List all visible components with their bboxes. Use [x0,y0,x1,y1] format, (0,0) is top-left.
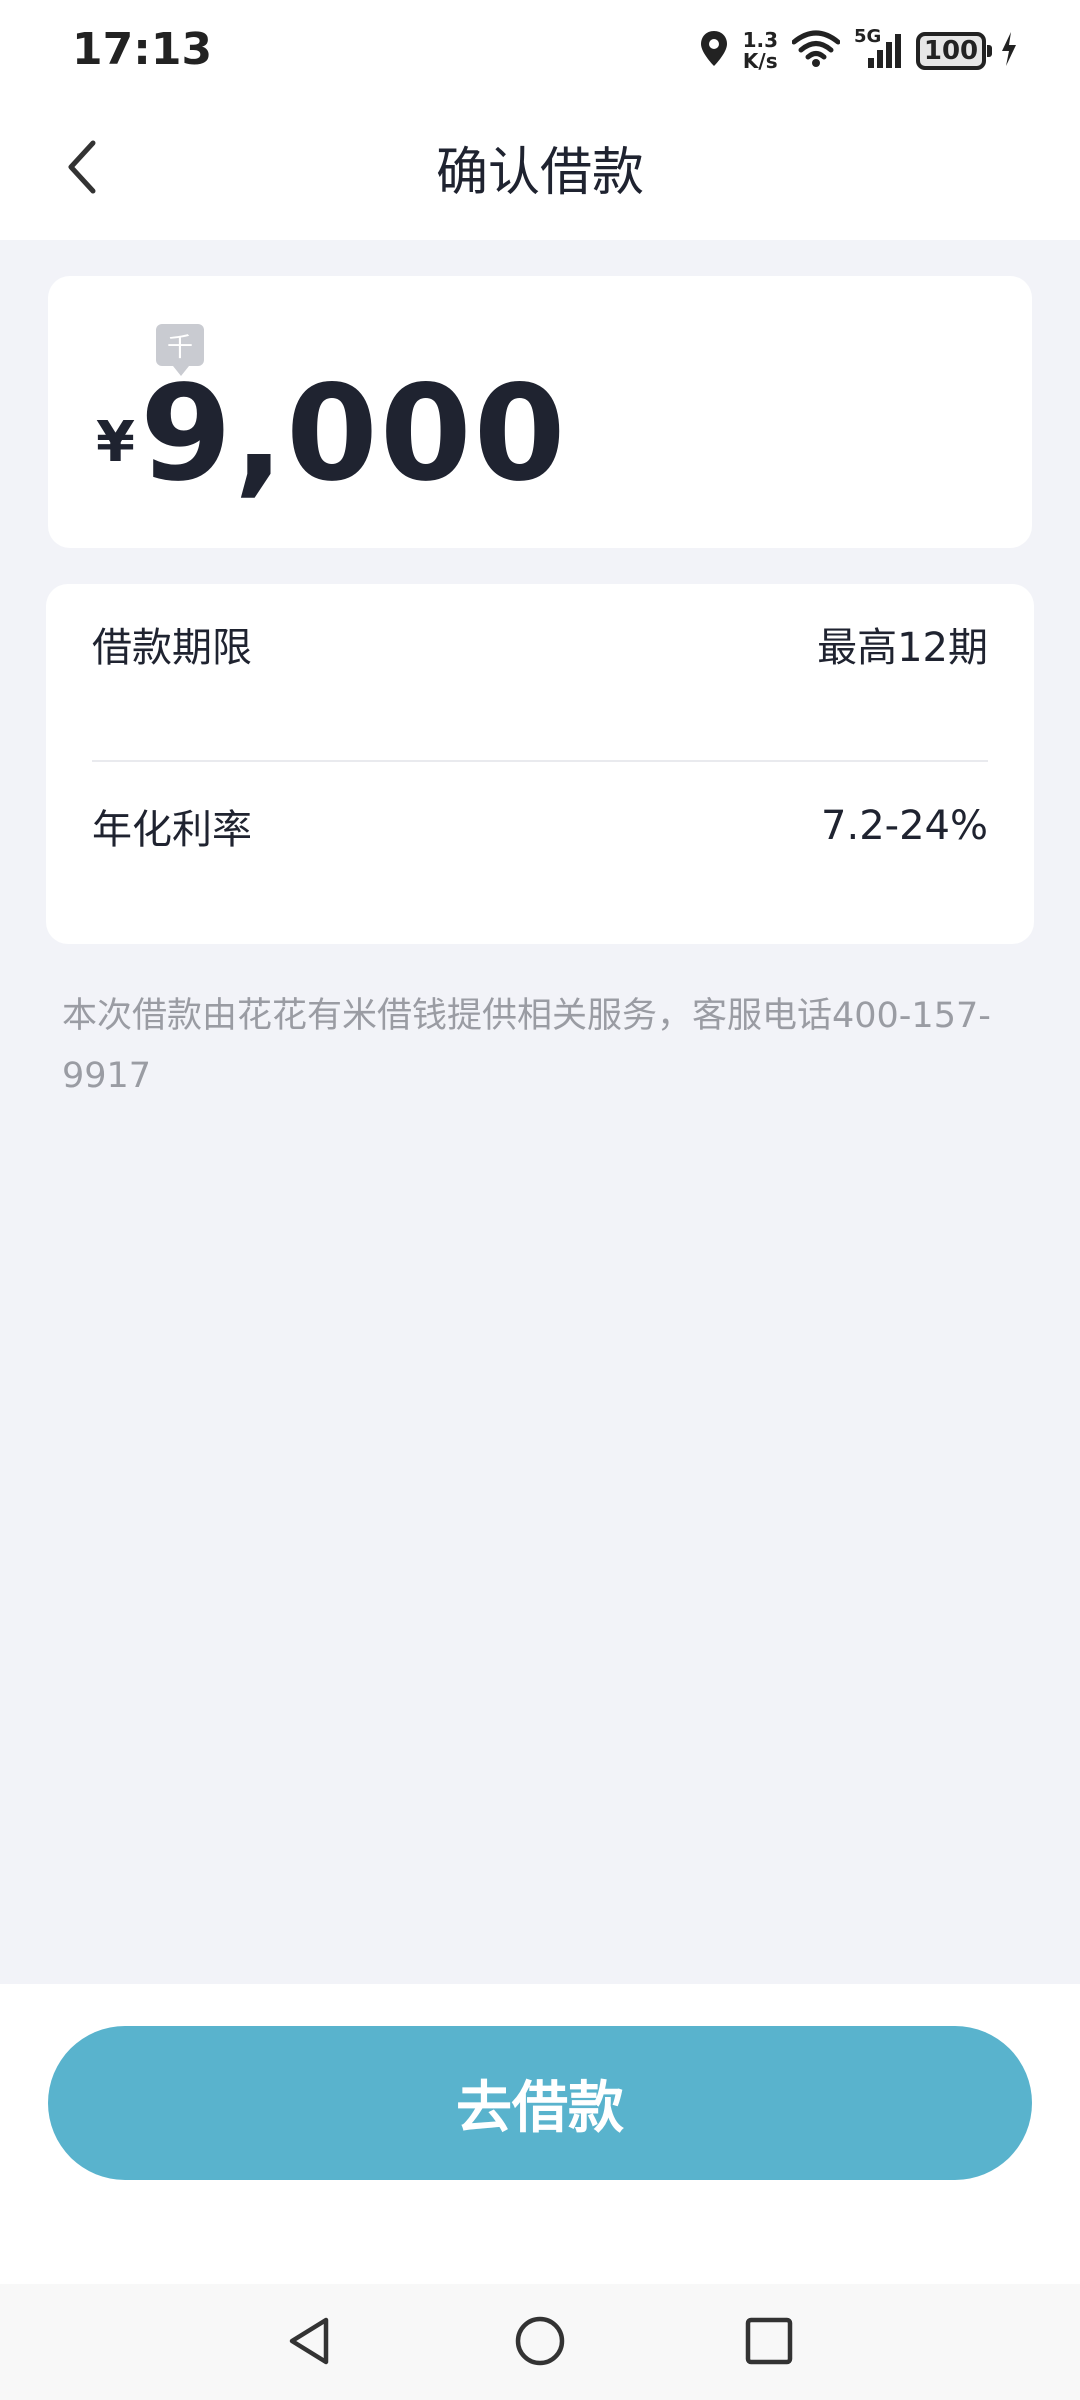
loan-term-value: 最高12期 [817,625,988,671]
charging-icon [1000,31,1018,71]
nav-bar: 确认借款 [0,100,1080,240]
nav-recents-button[interactable] [734,2308,804,2378]
battery-icon: 100 [916,32,992,70]
network-speed-value: 1.3 [742,28,778,52]
nav-back-button[interactable] [274,2308,344,2378]
status-bar: 17:13 1.3 K/s 5G 100 [0,0,1080,100]
network-type: 5G [854,26,882,47]
confirm-loan-screen: 17:13 1.3 K/s 5G 100 确认借款 千 ¥ 9,000 借款期限… [0,0,1080,2400]
battery-level: 100 [923,36,979,66]
nav-home-circle-icon [513,2314,567,2372]
nav-home-button[interactable] [505,2308,575,2378]
status-time: 17:13 [72,24,213,75]
loan-amount: 9,000 [140,357,568,511]
page-title: 确认借款 [435,143,644,203]
nav-recents-square-icon [742,2314,796,2372]
divider [92,760,988,762]
service-disclaimer: 本次借款由花花有米借钱提供相关服务，客服电话400-157-9917 [62,996,991,1096]
network-speed: 1.3 K/s [743,30,778,72]
wifi-icon [791,30,841,72]
nav-back-triangle-icon [282,2314,336,2372]
loan-term-row: 借款期限 最高12期 [92,584,988,704]
currency-symbol: ¥ [96,410,135,475]
network-speed-unit: K/s [742,49,778,73]
system-navigation-bar [0,2284,1080,2400]
annual-rate-label: 年化利率 [92,807,252,853]
amount-card: 千 ¥ 9,000 [48,276,1032,548]
status-icons: 1.3 K/s 5G 100 [699,24,1018,78]
borrow-button[interactable]: 去借款 [48,2026,1032,2180]
loan-info-card: 借款期限 最高12期 年化利率 7.2-24% [46,584,1034,944]
loan-term-label: 借款期限 [92,625,252,671]
annual-rate-row: 年化利率 7.2-24% [92,766,988,886]
annual-rate-value: 7.2-24% [821,803,988,849]
location-icon [699,30,729,72]
signal-icon: 5G [854,26,902,70]
